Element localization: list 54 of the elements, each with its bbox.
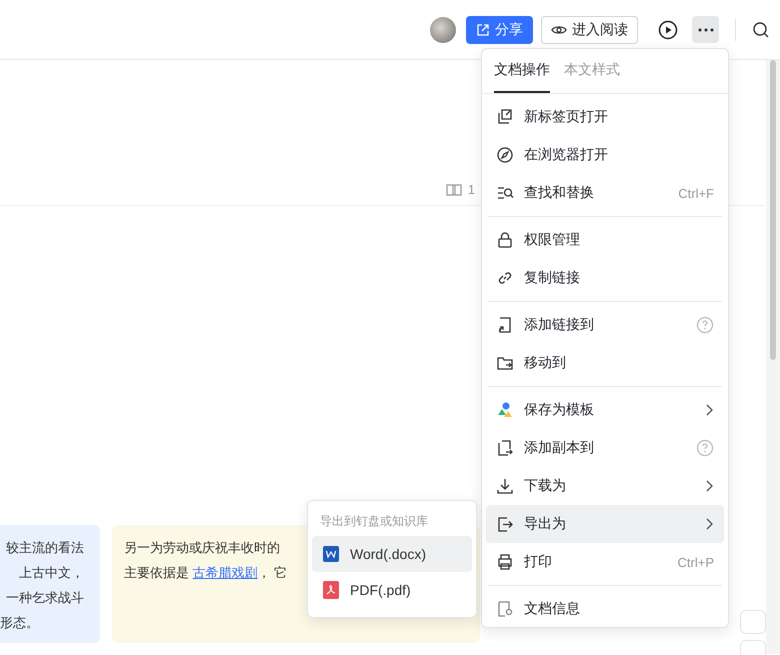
help-icon[interactable]: [696, 316, 714, 334]
new-tab-icon: [496, 108, 514, 126]
printer-icon: [496, 553, 514, 571]
copy-icon: [496, 439, 514, 457]
compass-icon: [496, 146, 514, 164]
submenu-title: 导出到钉盘或知识库: [319, 513, 429, 530]
menu-item[interactable]: 添加链接到: [486, 306, 724, 344]
eye-icon: [551, 24, 567, 36]
scrollbar[interactable]: [766, 60, 780, 654]
share-icon: [476, 22, 490, 36]
more-button[interactable]: [692, 16, 719, 43]
menu-item[interactable]: 查找和替换 Ctrl+F: [486, 174, 724, 212]
callout-text: 较主流的看法: [6, 539, 84, 557]
chevron-right-icon: [704, 479, 714, 493]
chevron-right-icon: [704, 517, 714, 531]
export-icon: [496, 515, 514, 533]
menu-tab[interactable]: 文档操作: [494, 49, 550, 93]
pdf-file-icon: [322, 580, 340, 600]
link[interactable]: 古希腊戏剧: [192, 565, 258, 580]
more-icon: [698, 28, 714, 32]
share-button[interactable]: 分享: [466, 16, 533, 44]
avatar[interactable]: [430, 16, 456, 42]
help-icon[interactable]: [696, 439, 714, 457]
shortcut-text: Ctrl+P: [678, 554, 714, 570]
menu-item[interactable]: 下载为: [486, 467, 724, 505]
chevron-right-icon: [704, 403, 714, 417]
document-info-icon: [496, 600, 514, 618]
menu-item[interactable]: 移动到: [486, 344, 724, 382]
shapes-icon: [496, 401, 514, 419]
callout-text: 一种乞求战斗: [6, 589, 84, 607]
callout-text: 形态。: [0, 614, 39, 632]
menu-item[interactable]: 文档信息: [486, 590, 724, 627]
reading-mode-button[interactable]: 进入阅读: [541, 16, 638, 44]
menu-item[interactable]: 导出为: [486, 505, 724, 543]
book-icon: [446, 183, 462, 197]
comment-count: 1: [468, 182, 475, 197]
menu-item[interactable]: 新标签页打开: [486, 98, 724, 136]
shortcut-text: Ctrl+F: [678, 186, 714, 200]
play-icon[interactable]: [658, 20, 678, 40]
callout-text: 上古中文，: [19, 564, 84, 582]
callout-text: 主要依据是 古希腊戏剧， 它: [124, 564, 288, 582]
word-file-icon: [322, 544, 340, 564]
menu-item[interactable]: 权限管理: [486, 221, 724, 259]
search-icon[interactable]: [752, 20, 770, 38]
menu-item[interactable]: 打印 Ctrl+P: [486, 543, 724, 581]
submenu-item[interactable]: Word(.docx): [312, 536, 472, 572]
callout-text: 另一为劳动或庆祝丰收时的: [124, 539, 280, 557]
submenu-item[interactable]: PDF(.pdf): [312, 572, 472, 608]
download-icon: [496, 477, 514, 495]
menu-item[interactable]: 在浏览器打开: [486, 136, 724, 174]
lock-icon: [496, 231, 514, 249]
menu-item[interactable]: 复制链接: [486, 259, 724, 297]
menu-item[interactable]: 添加副本到: [486, 429, 724, 467]
menu-item[interactable]: 保存为模板: [486, 391, 724, 429]
